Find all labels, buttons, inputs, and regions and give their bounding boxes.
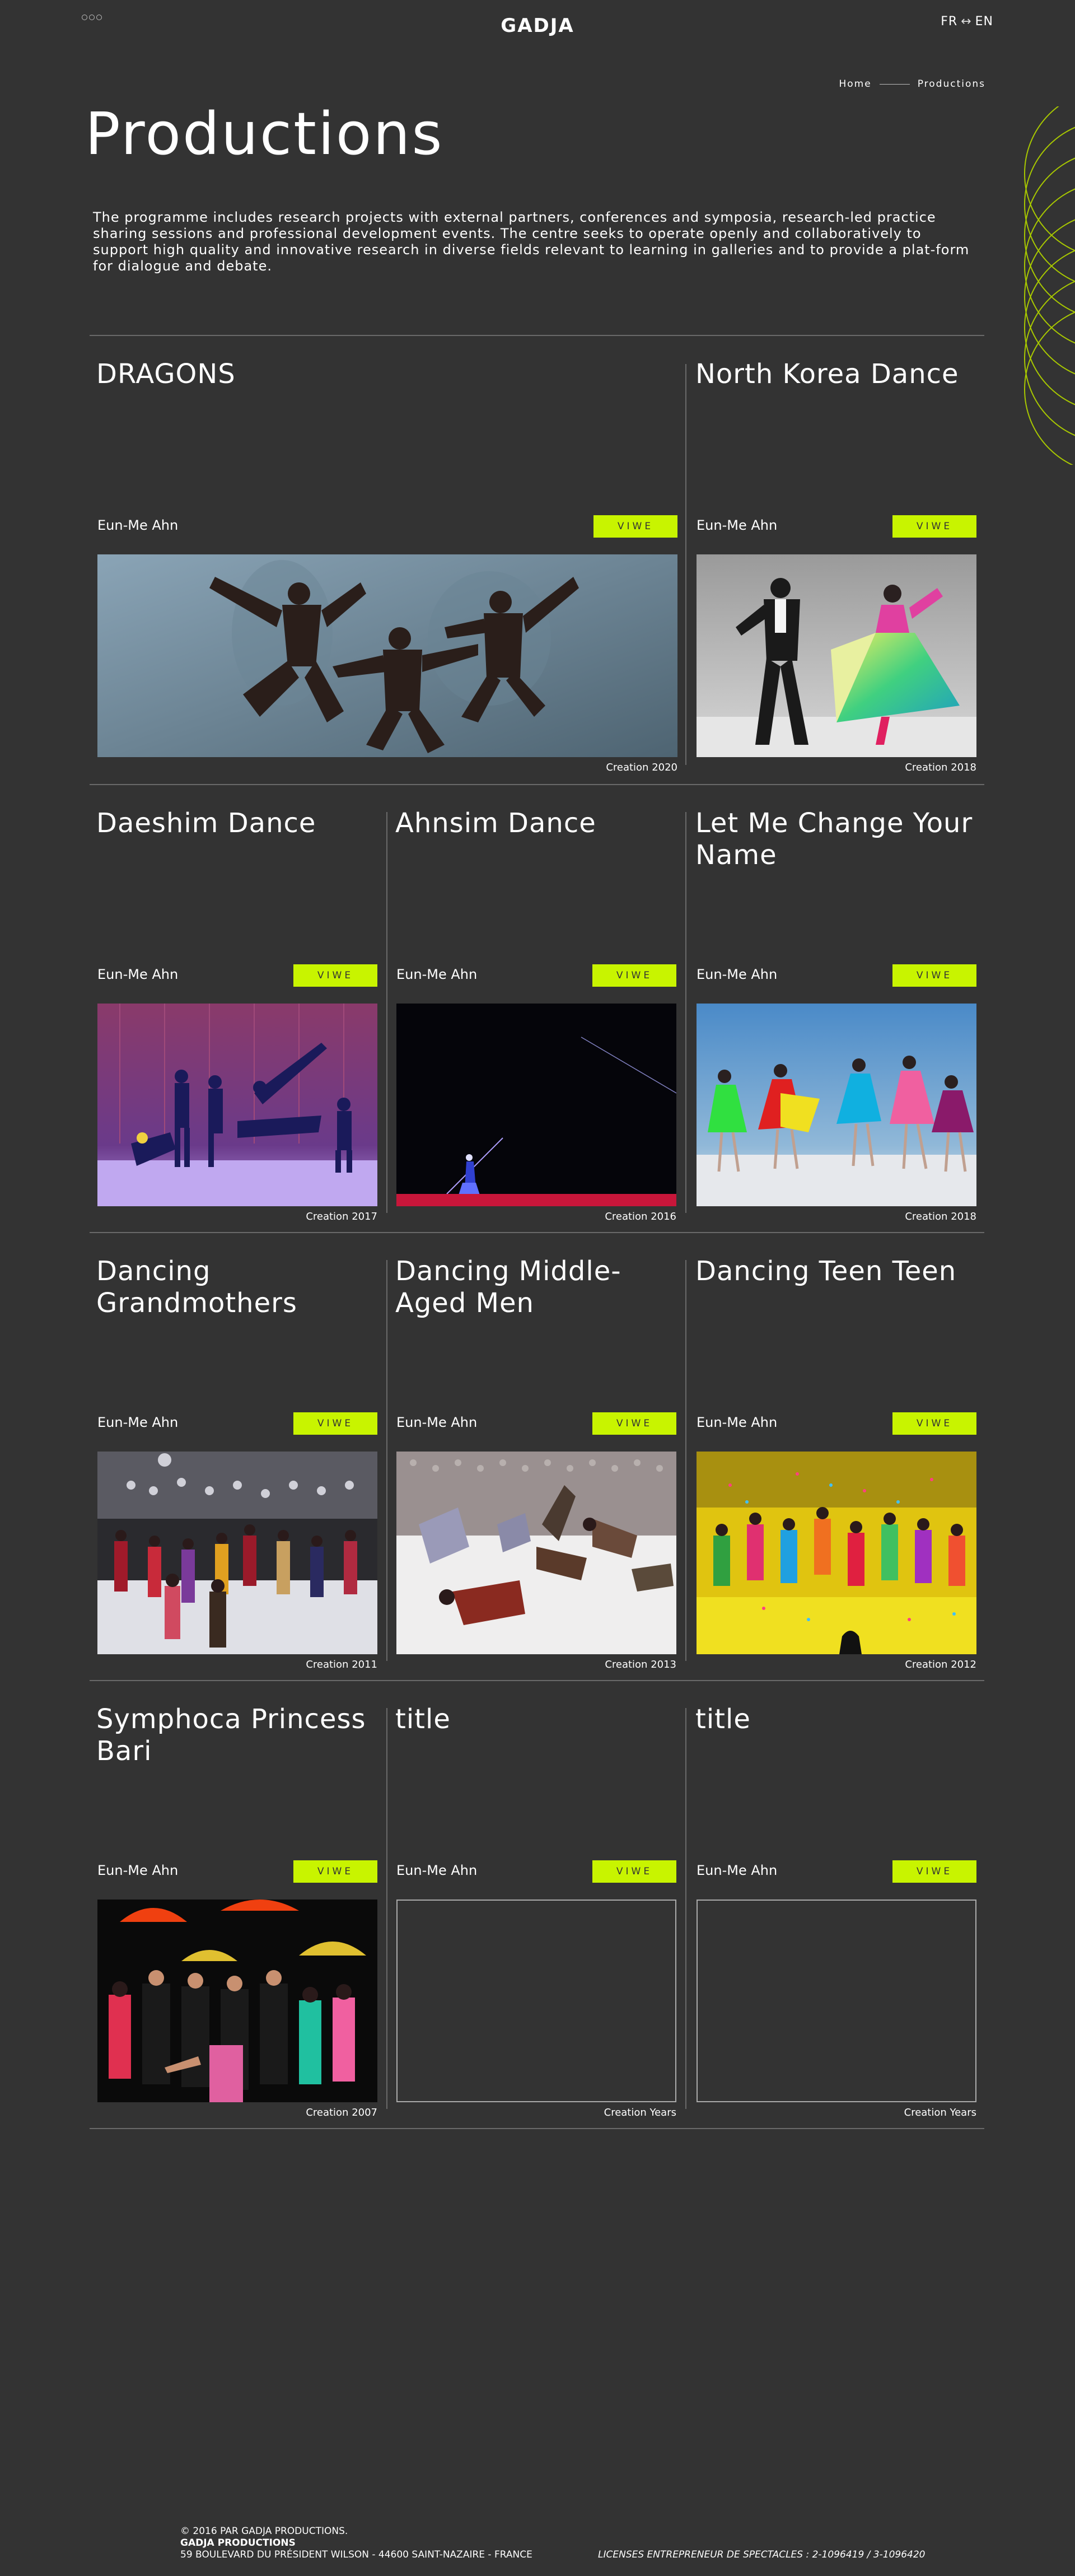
- view-button[interactable]: VIWE: [892, 515, 976, 538]
- production-title[interactable]: Dancing Middle-Aged Men: [395, 1256, 686, 1319]
- breadcrumb-divider: [879, 83, 910, 85]
- production-author: Eun-Me Ahn: [396, 1415, 478, 1430]
- production-author: Eun-Me Ahn: [396, 1863, 478, 1878]
- view-button[interactable]: VIWE: [293, 964, 377, 987]
- production-title[interactable]: Daeshim Dance: [96, 808, 387, 839]
- umbrellas-ensemble-photo[interactable]: [97, 1900, 377, 2102]
- row-divider: [90, 1680, 984, 1681]
- view-button[interactable]: VIWE: [892, 1860, 976, 1883]
- decorative-circles: [991, 106, 1075, 465]
- dark-stage-photo[interactable]: [396, 1004, 676, 1206]
- footer-address: 59 BOULEVARD DU PRÉSIDENT WILSON - 44600…: [180, 2549, 532, 2560]
- duet-hanbok-photo[interactable]: [697, 554, 976, 757]
- page-title: Productions: [85, 100, 444, 168]
- column-divider: [685, 1260, 686, 1661]
- breadcrumb-current: Productions: [917, 78, 985, 90]
- creation-year: Creation 2013: [605, 1659, 676, 1670]
- column-divider: [685, 1708, 686, 2109]
- creation-year: Creation 2016: [605, 1211, 676, 1222]
- lang-en-link[interactable]: EN: [975, 15, 993, 29]
- production-author: Eun-Me Ahn: [97, 517, 179, 533]
- column-divider: [685, 364, 686, 765]
- image-placeholder[interactable]: [697, 1900, 976, 2102]
- colorful-dresses-photo[interactable]: [697, 1004, 976, 1206]
- intro-text: The programme includes research projects…: [93, 209, 970, 274]
- production-author: Eun-Me Ahn: [697, 1415, 778, 1430]
- production-title[interactable]: North Korea Dance: [695, 358, 987, 390]
- production-author: Eun-Me Ahn: [97, 1863, 179, 1878]
- view-button[interactable]: VIWE: [293, 1412, 377, 1435]
- production-title[interactable]: Dancing Grandmothers: [96, 1256, 387, 1319]
- lang-switch-icon: ↔: [961, 15, 972, 29]
- view-button[interactable]: VIWE: [592, 1412, 676, 1435]
- yellow-confetti-photo[interactable]: [697, 1452, 976, 1654]
- site-logo[interactable]: GADJA: [0, 15, 1075, 37]
- row-divider: [90, 1232, 984, 1233]
- column-divider: [386, 1260, 387, 1661]
- creation-year: Creation 2018: [905, 762, 976, 773]
- footer-license: LICENSES ENTREPRENEUR DE SPECTACLES : 2-…: [598, 2549, 926, 2560]
- creation-year: Creation 2011: [306, 1659, 377, 1670]
- production-title[interactable]: Let Me Change Your Name: [695, 808, 987, 871]
- row-divider: [90, 2128, 984, 2129]
- creation-year: Creation 2007: [306, 2107, 377, 2118]
- view-button[interactable]: VIWE: [293, 1860, 377, 1883]
- production-title[interactable]: Symphoca Princess Bari: [96, 1704, 387, 1767]
- footer-company: GADJA PRODUCTIONS: [180, 2537, 296, 2549]
- creation-year: Creation Years: [604, 2107, 676, 2118]
- view-button[interactable]: VIWE: [593, 515, 677, 538]
- production-title[interactable]: Ahnsim Dance: [395, 808, 686, 839]
- lang-fr-link[interactable]: FR: [941, 15, 957, 29]
- footer: © 2016 PAR GADJA PRODUCTIONS. GADJA PROD…: [180, 2526, 532, 2561]
- creation-year: Creation 2020: [606, 762, 677, 773]
- production-author: Eun-Me Ahn: [97, 1415, 179, 1430]
- breadcrumb-home[interactable]: Home: [839, 78, 871, 90]
- breadcrumb: Home Productions: [839, 78, 985, 90]
- creation-year: Creation 2012: [905, 1659, 976, 1670]
- row-divider: [90, 784, 984, 785]
- purple-stage-photo[interactable]: [97, 1004, 377, 1206]
- view-button[interactable]: VIWE: [592, 1860, 676, 1883]
- men-floor-photo[interactable]: [396, 1452, 676, 1654]
- production-author: Eun-Me Ahn: [396, 967, 478, 982]
- row-divider: [90, 335, 984, 336]
- creation-year: Creation 2017: [306, 1211, 377, 1222]
- column-divider: [386, 812, 387, 1213]
- column-divider: [386, 1708, 387, 2109]
- creation-year: Creation Years: [904, 2107, 976, 2118]
- production-author: Eun-Me Ahn: [97, 967, 179, 982]
- image-placeholder[interactable]: [396, 1900, 676, 2102]
- footer-copyright: © 2016 PAR GADJA PRODUCTIONS.: [180, 2526, 348, 2537]
- production-author: Eun-Me Ahn: [697, 517, 778, 533]
- language-switch: FR ↔ EN: [941, 15, 993, 29]
- production-author: Eun-Me Ahn: [697, 967, 778, 982]
- production-title[interactable]: Dancing Teen Teen: [695, 1256, 987, 1287]
- column-divider: [685, 812, 686, 1213]
- dancers-leaping-photo[interactable]: [97, 554, 677, 757]
- view-button[interactable]: VIWE: [892, 964, 976, 987]
- creation-year: Creation 2018: [905, 1211, 976, 1222]
- view-button[interactable]: VIWE: [892, 1412, 976, 1435]
- production-title[interactable]: title: [695, 1704, 987, 1735]
- grandmothers-disco-photo[interactable]: [97, 1452, 377, 1654]
- view-button[interactable]: VIWE: [592, 964, 676, 987]
- production-title[interactable]: DRAGONS: [96, 358, 387, 390]
- production-author: Eun-Me Ahn: [697, 1863, 778, 1878]
- production-title[interactable]: title: [395, 1704, 686, 1735]
